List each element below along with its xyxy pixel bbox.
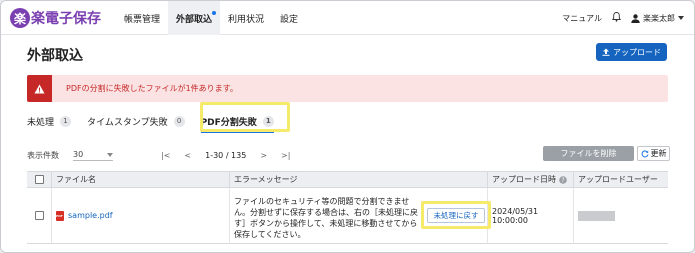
filename-cell: sample.pdf (52, 187, 230, 244)
column-label: アップロード日時 (492, 175, 556, 184)
nav-item-forms[interactable]: 帳票管理 (116, 1, 168, 35)
nav-item-external-import[interactable]: 外部取込 (168, 1, 221, 35)
user-cell (574, 188, 668, 244)
first-page-button[interactable]: |< (161, 151, 170, 160)
error-alert: PDFの分割に失敗したファイルが1件あります。 (27, 75, 668, 102)
help-icon[interactable]: ? (559, 175, 567, 184)
user-name: 楽楽太郎 (643, 13, 675, 23)
column-header-upload-date[interactable]: アップロード日時 ? (488, 171, 574, 188)
pdf-file-icon (56, 210, 64, 221)
tab-label: タイムスタンプ失敗 (87, 117, 168, 128)
page-title: 外部取込 (27, 48, 83, 64)
user-icon (631, 13, 640, 23)
upload-icon (602, 48, 610, 56)
datetime-cell: 2024/05/31 10:00:00 (488, 187, 574, 244)
logo-mark: 楽 (10, 8, 30, 28)
nav-item-usage[interactable]: 利用状況 (220, 1, 272, 35)
nav-item-settings[interactable]: 設定 (272, 1, 306, 35)
count-badge: 1 (60, 115, 72, 127)
select-all-cell (27, 171, 52, 188)
bell-icon[interactable] (612, 12, 621, 24)
top-header: 楽 楽電子保存 帳票管理 外部取込 利用状況 設定 マニュアル 楽楽太郎 (1, 1, 694, 35)
caret-down-icon (107, 152, 113, 157)
caret-down-icon (678, 16, 684, 20)
tab-timestamp-failed[interactable]: タイムスタンプ失敗 0 (87, 111, 185, 131)
redacted-user (578, 210, 615, 221)
per-page-select[interactable]: 30 (73, 150, 113, 161)
upload-datetime: 2024/05/31 10:00:00 (492, 206, 539, 225)
last-page-button[interactable]: >| (281, 151, 290, 160)
highlight-box (421, 201, 491, 229)
count-badge: 0 (173, 115, 185, 127)
header-right: マニュアル 楽楽太郎 (562, 1, 684, 35)
refresh-label: 更新 (650, 149, 667, 158)
row-select-cell (27, 187, 52, 244)
file-table: ファイル名 エラーメッセージ アップロード日時 ? アップロードユーザー sam… (27, 171, 668, 244)
logo[interactable]: 楽 楽電子保存 (10, 8, 101, 28)
per-page-label: 表示件数 (27, 150, 59, 160)
select-all-checkbox[interactable] (35, 175, 44, 184)
logo-text: 楽電子保存 (31, 11, 101, 27)
pagination: |< < 1-30 / 135 > >| (161, 151, 290, 160)
tab-unprocessed[interactable]: 未処理 1 (27, 111, 72, 131)
highlight-box (200, 102, 290, 132)
upload-label: アップロード (613, 47, 661, 57)
next-page-button[interactable]: > (260, 151, 267, 160)
upload-button[interactable]: アップロード (596, 43, 667, 61)
refresh-icon (641, 149, 648, 157)
manual-link[interactable]: マニュアル (562, 13, 602, 24)
warning-icon (27, 75, 52, 102)
row-checkbox[interactable] (35, 211, 44, 220)
table-row: sample.pdf ファイルのセキュリティ等の問題で分割できません。分割せずに… (27, 187, 668, 244)
table-header: ファイル名 エラーメッセージ アップロード日時 ? アップロードユーザー (27, 171, 668, 188)
column-header-upload-user: アップロードユーザー (578, 175, 658, 184)
column-header-error: エラーメッセージ (230, 171, 488, 188)
main-nav: 帳票管理 外部取込 利用状況 設定 (116, 1, 306, 35)
error-message: ファイルのセキュリティ等の問題で分割できません。分割せずに保存する場合は、右の［… (234, 196, 418, 239)
filename-link[interactable]: sample.pdf (68, 211, 113, 220)
alert-text: PDFの分割に失敗したファイルが1件あります。 (66, 84, 238, 93)
delete-file-button[interactable]: ファイルを削除 (543, 146, 634, 161)
svg-text:?: ? (561, 177, 564, 184)
app-window: 楽 楽電子保存 帳票管理 外部取込 利用状況 設定 マニュアル 楽楽太郎 外部取… (0, 0, 695, 253)
tab-label: 未処理 (27, 117, 55, 128)
per-page-value: 30 (73, 149, 84, 159)
user-menu[interactable]: 楽楽太郎 (631, 13, 684, 24)
nav-item-label: 外部取込 (176, 14, 213, 25)
column-header-filename[interactable]: ファイル名 (52, 171, 230, 188)
page-range: 1-30 / 135 (205, 151, 246, 160)
range-text: 1-30 (205, 150, 224, 160)
notification-dot (212, 11, 217, 15)
list-toolbar: 表示件数 30 |< < 1-30 / 135 > >| ファイルを削除 更新 (27, 146, 670, 162)
total-text: / 135 (225, 150, 247, 160)
refresh-button[interactable]: 更新 (637, 146, 670, 161)
prev-page-button[interactable]: < (184, 151, 191, 160)
